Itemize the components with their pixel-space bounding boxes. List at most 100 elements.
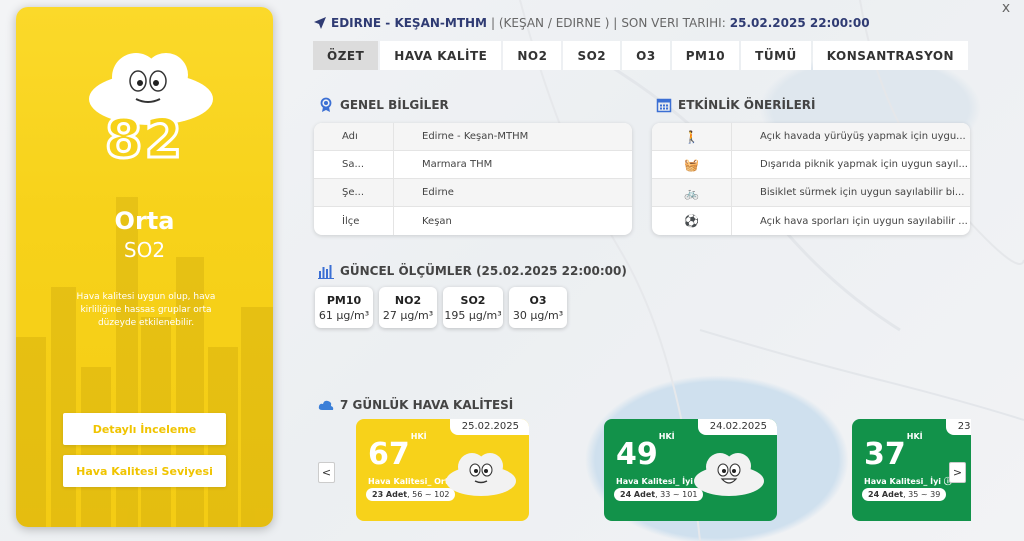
table-row: ⚽ Açık hava sporları için uygun sayılabi… xyxy=(652,207,970,235)
day-quality-text: Hava Kalitesi_ Orta xyxy=(368,477,455,486)
station-header: EDIRNE - KEŞAN-MTHM | (KEŞAN / EDIRNE ) … xyxy=(313,14,870,32)
day-aqi-unit: HKİ xyxy=(658,432,675,441)
table-row: Sa... Marmara THM xyxy=(314,151,632,179)
day-count: 24 Adet, 35 ~ 39 xyxy=(862,488,947,501)
day-count-value: 24 Adet xyxy=(620,490,656,499)
aqi-value: 82 xyxy=(103,106,185,172)
day-aqi-value: 37 xyxy=(864,437,906,472)
detail-button[interactable]: Detaylı İnceleme xyxy=(63,413,226,445)
measurement-card[interactable]: SO2 195 μg/m³ xyxy=(443,287,503,328)
measurements-label: GÜNCEL ÖLÇÜMLER (25.02.2025 22:00:00) xyxy=(340,264,627,278)
last-data-date: 25.02.2025 22:00:00 xyxy=(729,16,870,30)
bicycle-icon: 🚲 xyxy=(652,179,732,206)
day-card[interactable]: 24.02.2025 49HKİ Hava Kalitesi_ İyi ⓘ 24… xyxy=(604,419,777,521)
day-date: 25.02.2025 xyxy=(449,419,529,435)
day-quality-label: Hava Kalitesi_ İyi ⓘ xyxy=(616,476,704,487)
day-aqi-value: 49 xyxy=(616,437,658,472)
measurement-card[interactable]: O3 30 μg/m³ xyxy=(509,287,567,328)
aqi-description: Hava kalitesi uygun olup, hava kirliliği… xyxy=(76,292,216,328)
calendar-icon xyxy=(656,98,672,113)
activity-text: Dışarıda piknik yapmak için uygun sayıl.… xyxy=(760,159,968,170)
day-range: , 35 ~ 39 xyxy=(903,490,941,499)
info-key: Adı xyxy=(314,123,394,150)
measurements-title: GÜNCEL ÖLÇÜMLER (25.02.2025 22:00:00) xyxy=(318,263,627,279)
activities-table: 🚶 Açık havada yürüyüş yapmak için uygu..… xyxy=(652,123,970,235)
ball-icon: ⚽ xyxy=(652,207,732,235)
picnic-icon: 🧺 xyxy=(652,151,732,178)
activity-text: Açık havada yürüyüş yapmak için uygu... xyxy=(760,131,966,142)
seven-day-label: 7 GÜNLÜK HAVA KALİTESİ xyxy=(340,398,514,412)
general-info-table: Adı Edirne - Keşan-MTHM Sa... Marmara TH… xyxy=(314,123,632,235)
activities-title: ETKİNLİK ÖNERİLERİ xyxy=(656,97,815,113)
day-quality-text: Hava Kalitesi_ İyi xyxy=(616,477,694,486)
day-aqi-unit: HKİ xyxy=(410,432,427,441)
table-row: Şe... Edirne xyxy=(314,179,632,207)
table-row: İlçe Keşan xyxy=(314,207,632,235)
table-row: 🧺 Dışarıda piknik yapmak için uygun sayı… xyxy=(652,151,970,179)
station-name: EDIRNE - KEŞAN-MTHM xyxy=(331,16,487,30)
tab-no2[interactable]: NO2 xyxy=(503,41,562,70)
measurement-value: 61 μg/m³ xyxy=(318,308,370,322)
tab-bar: ÖZET HAVA KALİTE NO2 SO2 O3 PM10 TÜMÜ KO… xyxy=(313,41,969,70)
next-arrow-button[interactable]: > xyxy=(949,462,966,483)
cloud-icon xyxy=(318,400,334,410)
measurement-value: 195 μg/m³ xyxy=(444,308,502,322)
info-value: Marmara THM xyxy=(422,159,493,170)
general-info-label: GENEL BİLGİLER xyxy=(340,98,449,112)
award-icon xyxy=(320,97,332,112)
measurement-value: 27 μg/m³ xyxy=(382,308,434,322)
measurement-card[interactable]: PM10 61 μg/m³ xyxy=(315,287,373,328)
seven-day-title: 7 GÜNLÜK HAVA KALİTESİ xyxy=(318,397,513,413)
info-key: Sa... xyxy=(314,151,394,178)
general-info-title: GENEL BİLGİLER xyxy=(318,97,449,113)
day-date: 24.02.2025 xyxy=(697,419,777,435)
seven-day-carousel: 25.02.2025 67HKİ Hava Kalitesi_ Orta ⓘ 2… xyxy=(316,419,971,522)
bar-chart-icon xyxy=(318,265,334,279)
activity-text: Açık hava sporları için uygun sayılabili… xyxy=(760,215,968,227)
day-aqi: 49HKİ xyxy=(616,432,675,472)
day-quality-text: Hava Kalitesi_ İyi xyxy=(864,477,942,486)
aqi-level-button[interactable]: Hava Kalitesi Seviyesi xyxy=(63,455,226,487)
info-value: Edirne - Keşan-MTHM xyxy=(422,131,529,142)
day-count: 24 Adet, 33 ~ 101 xyxy=(614,488,704,501)
day-card[interactable]: 25.02.2025 67HKİ Hava Kalitesi_ Orta ⓘ 2… xyxy=(356,419,529,521)
info-key: Şe... xyxy=(314,179,394,206)
activity-text: Bisiklet sürmek için uygun sayılabilir b… xyxy=(760,187,965,198)
tab-konsantrasyon[interactable]: KONSANTRASYON xyxy=(812,41,969,70)
day-count-value: 24 Adet xyxy=(868,490,904,499)
station-location: | (KEŞAN / EDIRNE ) | xyxy=(491,16,618,30)
day-count: 23 Adet, 56 ~ 102 xyxy=(366,488,456,501)
tab-tumu[interactable]: TÜMÜ xyxy=(741,41,811,70)
location-arrow-icon xyxy=(314,17,326,29)
walking-icon: 🚶 xyxy=(652,123,732,150)
tab-ozet[interactable]: ÖZET xyxy=(313,41,379,70)
cloud-face-icon xyxy=(694,453,764,496)
tab-pm10[interactable]: PM10 xyxy=(671,41,740,70)
measurement-value: 30 μg/m³ xyxy=(512,308,564,322)
tab-so2[interactable]: SO2 xyxy=(563,41,621,70)
tab-o3[interactable]: O3 xyxy=(622,41,670,70)
info-value: Keşan xyxy=(422,215,452,227)
activities-label: ETKİNLİK ÖNERİLERİ xyxy=(678,98,816,112)
measurement-name: O3 xyxy=(529,293,547,307)
last-data-label: SON VERI TARIHI: xyxy=(621,16,726,30)
table-row: 🚶 Açık havada yürüyüş yapmak için uygu..… xyxy=(652,123,970,151)
info-value: Edirne xyxy=(422,187,454,198)
day-date: 23.02.2025 xyxy=(945,419,971,435)
day-aqi-unit: HKİ xyxy=(906,432,923,441)
table-row: 🚲 Bisiklet sürmek için uygun sayılabilir… xyxy=(652,179,970,207)
tab-hava-kalite[interactable]: HAVA KALİTE xyxy=(380,41,502,70)
cloud-face-icon xyxy=(446,453,516,496)
day-aqi: 37HKİ xyxy=(864,432,923,472)
previous-arrow-button[interactable]: < xyxy=(318,462,335,483)
measurement-name: NO2 xyxy=(394,293,422,307)
day-aqi: 67HKİ xyxy=(368,432,427,472)
measurements-list: PM10 61 μg/m³ NO2 27 μg/m³ SO2 195 μg/m³… xyxy=(315,287,567,328)
close-button[interactable]: x xyxy=(998,0,1014,16)
table-row: Adı Edirne - Keşan-MTHM xyxy=(314,123,632,151)
info-key: İlçe xyxy=(314,207,394,235)
measurement-card[interactable]: NO2 27 μg/m³ xyxy=(379,287,437,328)
aqi-summary-card: 82 Orta SO2 Hava kalitesi uygun olup, ha… xyxy=(16,7,273,527)
dominant-pollutant: SO2 xyxy=(123,238,166,262)
day-count-value: 23 Adet xyxy=(372,490,408,499)
